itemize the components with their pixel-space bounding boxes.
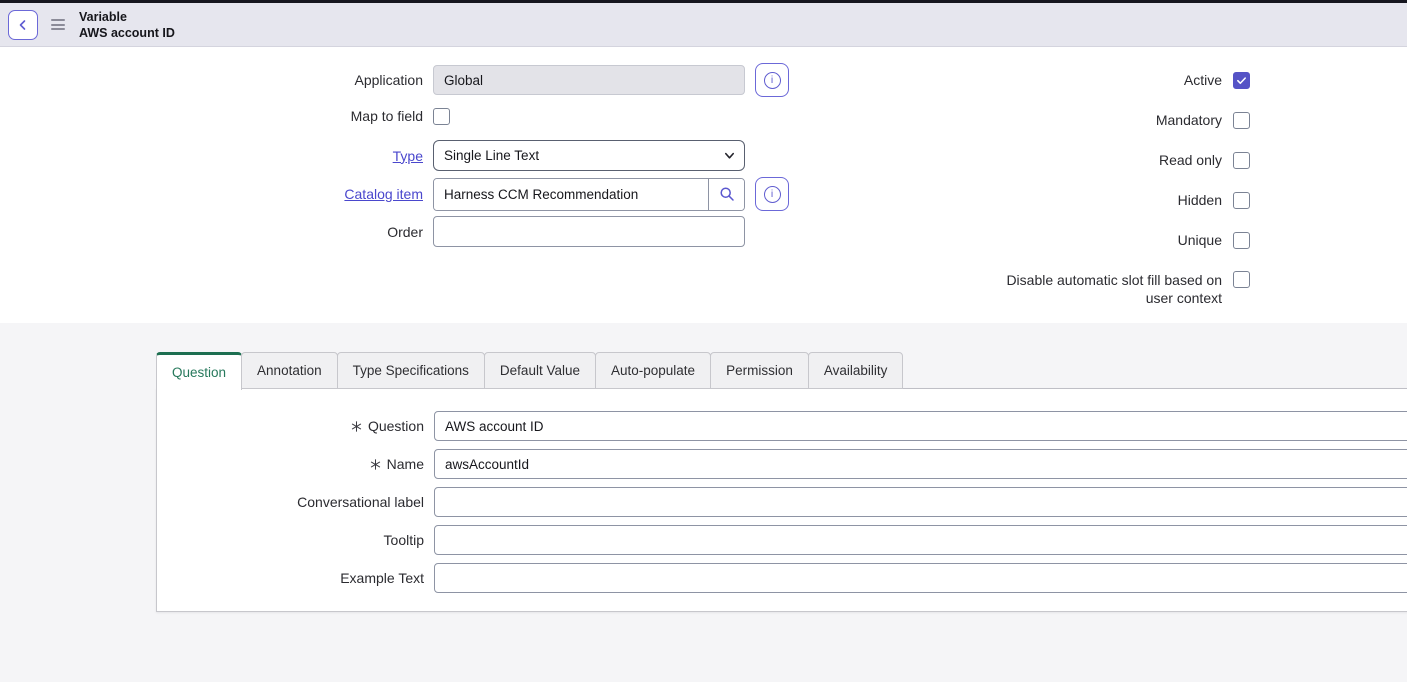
order-input[interactable] <box>433 216 745 247</box>
tab-auto-populate[interactable]: Auto-populate <box>595 352 711 389</box>
name-row: Name <box>1 449 1407 479</box>
hidden-label: Hidden <box>977 191 1222 209</box>
disable-slot-fill-checkbox[interactable] <box>1233 271 1250 288</box>
application-label: Application <box>0 72 423 88</box>
back-button[interactable] <box>8 10 38 40</box>
required-asterisk-icon <box>370 459 381 470</box>
order-label: Order <box>0 224 423 240</box>
order-row: Order <box>0 216 745 247</box>
page-title: Variable AWS account ID <box>79 9 175 41</box>
checkmark-icon <box>1236 75 1247 86</box>
example-text-input[interactable] <box>434 563 1407 593</box>
conversational-label-row: Conversational label <box>1 487 1407 517</box>
chevron-left-icon <box>16 18 30 32</box>
conversational-label-label: Conversational label <box>297 494 424 510</box>
form-area: Application i Map to field Type Single L… <box>0 47 1407 323</box>
hidden-row: Hidden <box>977 191 1250 209</box>
name-label: Name <box>387 456 424 472</box>
unique-label: Unique <box>977 231 1222 249</box>
tab-permission[interactable]: Permission <box>710 352 809 389</box>
active-row: Active <box>977 71 1250 89</box>
catalog-item-info-button[interactable]: i <box>755 177 789 211</box>
menu-icon[interactable] <box>51 19 65 30</box>
required-asterisk-icon <box>351 421 362 432</box>
tab-strip: Question Annotation Type Specifications … <box>156 352 902 390</box>
tooltip-input[interactable] <box>434 525 1407 555</box>
map-to-field-checkbox[interactable] <box>433 108 450 125</box>
catalog-item-input[interactable] <box>434 179 708 210</box>
tab-type-specifications[interactable]: Type Specifications <box>337 352 485 389</box>
catalog-item-row: Catalog item i <box>0 177 789 211</box>
application-input[interactable] <box>433 65 745 95</box>
question-label: Question <box>368 418 424 434</box>
conversational-label-input[interactable] <box>434 487 1407 517</box>
unique-checkbox[interactable] <box>1233 232 1250 249</box>
tab-default-value[interactable]: Default Value <box>484 352 596 389</box>
header: Variable AWS account ID <box>0 0 1407 47</box>
tab-annotation[interactable]: Annotation <box>241 352 338 389</box>
catalog-item-lookup-button[interactable] <box>708 179 744 210</box>
tab-question[interactable]: Question <box>156 352 242 390</box>
type-label-link[interactable]: Type <box>393 148 423 164</box>
read-only-checkbox[interactable] <box>1233 152 1250 169</box>
tooltip-label: Tooltip <box>384 532 424 548</box>
mandatory-checkbox[interactable] <box>1233 112 1250 129</box>
question-tab-panel: Question Name Conversational label Toolt… <box>156 388 1407 612</box>
read-only-label: Read only <box>977 151 1222 169</box>
type-select[interactable]: Single Line Text <box>433 140 745 171</box>
type-row: Type Single Line Text <box>0 140 745 171</box>
search-icon <box>719 186 735 202</box>
disable-slot-fill-label: Disable automatic slot fill based on use… <box>977 271 1222 307</box>
example-text-label: Example Text <box>340 570 424 586</box>
application-info-button[interactable]: i <box>755 63 789 97</box>
question-input[interactable] <box>434 411 1407 441</box>
tooltip-row: Tooltip <box>1 525 1407 555</box>
info-icon: i <box>764 186 781 203</box>
map-to-field-label: Map to field <box>0 108 423 124</box>
disable-slot-fill-row: Disable automatic slot fill based on use… <box>977 271 1250 307</box>
hidden-checkbox[interactable] <box>1233 192 1250 209</box>
application-row: Application i <box>0 63 789 97</box>
name-input[interactable] <box>434 449 1407 479</box>
catalog-item-label-link[interactable]: Catalog item <box>344 186 423 202</box>
tab-availability[interactable]: Availability <box>808 352 904 389</box>
info-icon: i <box>764 72 781 89</box>
active-checkbox[interactable] <box>1233 72 1250 89</box>
active-label: Active <box>977 71 1222 89</box>
mandatory-label: Mandatory <box>977 111 1222 129</box>
catalog-item-reference <box>433 178 745 211</box>
record-type: Variable <box>79 9 175 25</box>
variable-form-screen: Variable AWS account ID Application i Ma… <box>0 0 1407 682</box>
map-to-field-row: Map to field <box>0 101 450 131</box>
read-only-row: Read only <box>977 151 1250 169</box>
question-row: Question <box>1 411 1407 441</box>
example-text-row: Example Text <box>1 563 1407 593</box>
unique-row: Unique <box>977 231 1250 249</box>
mandatory-row: Mandatory <box>977 111 1250 129</box>
record-name: AWS account ID <box>79 25 175 41</box>
